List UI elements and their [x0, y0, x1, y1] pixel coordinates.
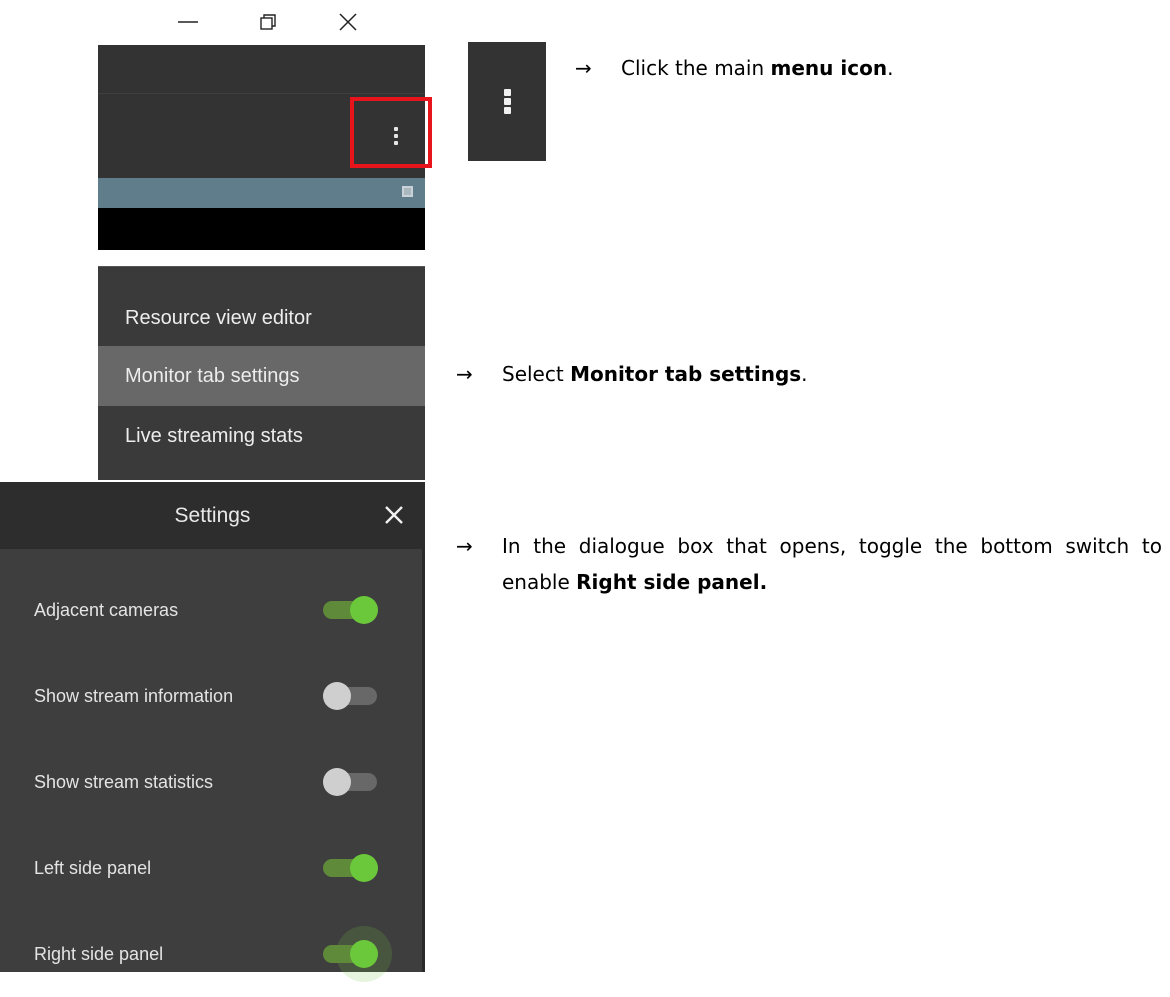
settings-dialog: Settings Adjacent cameras Show stream in…: [0, 482, 425, 982]
minimize-button[interactable]: [168, 2, 208, 42]
maximize-square-icon[interactable]: [402, 186, 413, 197]
app-window-crop: [98, 45, 432, 250]
setting-label: Show stream statistics: [34, 772, 214, 792]
main-context-menu: Resource view editor Monitor tab setting…: [98, 266, 425, 480]
tile-header-bar: [98, 178, 425, 208]
instruction-step-1: → Click the main menu icon.: [575, 50, 1135, 86]
menu-item-resource-view-editor[interactable]: Resource view editor: [98, 288, 425, 348]
dialog-title: Settings: [174, 504, 251, 527]
arrow-icon: →: [456, 362, 473, 386]
arrow-icon: →: [456, 534, 473, 558]
setting-row-left-side-panel: Left side panel: [0, 825, 422, 911]
instruction-emphasis: Monitor tab settings: [570, 362, 802, 386]
menu-icon-zoom: [468, 42, 546, 161]
video-area: [98, 208, 425, 250]
instruction-step-2: → Select Monitor tab settings.: [456, 356, 1056, 392]
setting-label: Show stream information: [34, 686, 234, 706]
setting-row-show-stream-statistics: Show stream statistics: [0, 739, 422, 825]
menu-icon-highlight-box: [350, 97, 432, 168]
toggle-switch[interactable]: [323, 854, 379, 882]
menu-dot: [503, 89, 511, 96]
restore-icon: [260, 14, 276, 30]
close-icon: [339, 13, 357, 31]
setting-row-adjacent-cameras: Adjacent cameras: [0, 567, 422, 653]
toggle-switch[interactable]: [323, 596, 379, 624]
instruction-emphasis: menu icon: [770, 56, 888, 80]
instruction-emphasis: Right side panel.: [576, 570, 768, 594]
setting-label: Left side panel: [34, 858, 152, 878]
arrow-icon: →: [575, 56, 592, 80]
minimize-icon: [178, 21, 198, 23]
menu-dot: [503, 107, 511, 114]
menu-dot: [503, 98, 511, 105]
window-close-button[interactable]: [328, 2, 368, 42]
toggle-switch[interactable]: [323, 926, 392, 982]
restore-button[interactable]: [248, 2, 288, 42]
close-icon: [385, 506, 403, 524]
menu-item-live-streaming-stats[interactable]: Live streaming stats: [98, 406, 425, 466]
toggle-switch[interactable]: [323, 768, 379, 796]
setting-label: Adjacent cameras: [34, 600, 179, 620]
setting-row-show-stream-information: Show stream information: [0, 653, 422, 739]
instruction-step-3: → In the dialogue box that opens, toggle…: [456, 528, 1162, 600]
setting-row-right-side-panel: Right side panel: [0, 911, 422, 997]
menu-item-monitor-tab-settings[interactable]: Monitor tab settings: [98, 346, 425, 406]
dialog-titlebar: Settings: [0, 482, 425, 549]
dialog-close-button[interactable]: [381, 502, 407, 528]
dialog-scroll-edge: [422, 549, 425, 972]
toggle-switch[interactable]: [323, 682, 379, 710]
header-divider: [98, 93, 425, 94]
setting-label: Right side panel: [34, 944, 164, 964]
